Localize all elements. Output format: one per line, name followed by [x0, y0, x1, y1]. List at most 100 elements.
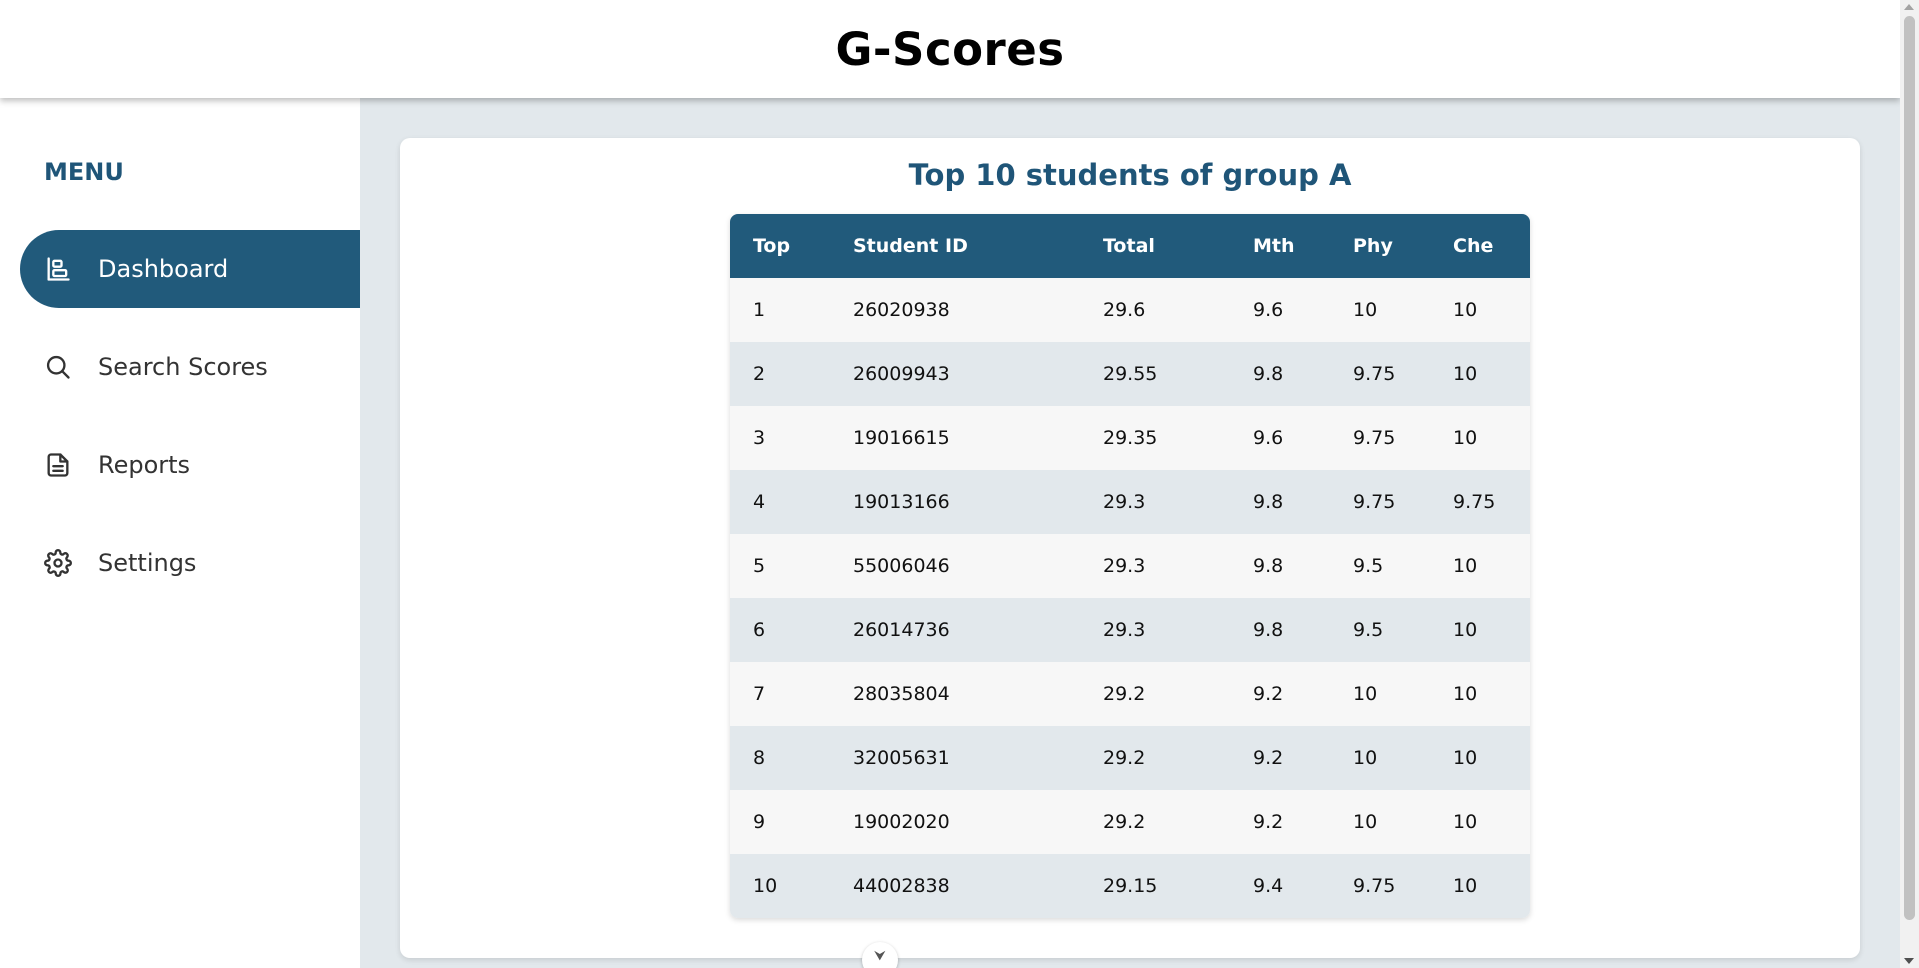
sidebar-item-label: Reports [98, 451, 191, 479]
cell-rank: 10 [753, 875, 778, 897]
cell-rank: 3 [753, 427, 766, 449]
cell-rank: 2 [753, 363, 766, 385]
top-students-card: Top 10 students of group A Top Student I… [400, 138, 1860, 958]
sidebar: MENU Dashboard Search Scores Reports Set… [0, 98, 360, 968]
table-row: 6 26014736 29.3 9.8 9.5 10 [730, 598, 1530, 662]
cell-total: 29.55 [1103, 363, 1158, 385]
column-header-che: Che [1453, 235, 1494, 257]
cell-phy: 10 [1353, 811, 1378, 833]
table-row: 4 19013166 29.3 9.8 9.75 9.75 [730, 470, 1530, 534]
sidebar-item-reports[interactable]: Reports [20, 426, 360, 504]
cell-total: 29.15 [1103, 875, 1158, 897]
cell-student-id: 19016615 [853, 427, 950, 449]
table-header-row: Top Student ID Total Mth Phy Che [730, 214, 1530, 278]
table-row: 2 26009943 29.55 9.8 9.75 10 [730, 342, 1530, 406]
sidebar-item-search-scores[interactable]: Search Scores [20, 328, 360, 406]
cell-che: 10 [1453, 875, 1478, 897]
scroll-down-arrow-icon[interactable] [1904, 958, 1914, 964]
cell-total: 29.35 [1103, 427, 1158, 449]
menu-label: MENU [44, 158, 124, 186]
app-title: G-Scores [835, 22, 1065, 76]
cell-phy: 10 [1353, 683, 1378, 705]
table-row: 7 28035804 29.2 9.2 10 10 [730, 662, 1530, 726]
cell-mth: 9.8 [1253, 491, 1284, 513]
cell-student-id: 19002020 [853, 811, 950, 833]
cell-che: 10 [1453, 747, 1478, 769]
cell-rank: 7 [753, 683, 766, 705]
cell-che: 10 [1453, 427, 1478, 449]
chevron-down-icon: ⮟ [874, 948, 886, 964]
cell-student-id: 26020938 [853, 299, 950, 321]
cell-phy: 9.75 [1353, 363, 1396, 385]
table-row: 10 44002838 29.15 9.4 9.75 10 [730, 854, 1530, 918]
cell-total: 29.3 [1103, 619, 1146, 641]
cell-che: 10 [1453, 619, 1478, 641]
cell-student-id: 19013166 [853, 491, 950, 513]
cell-rank: 8 [753, 747, 766, 769]
column-header-top: Top [753, 235, 791, 257]
cell-mth: 9.2 [1253, 747, 1284, 769]
cell-che: 9.75 [1453, 491, 1496, 513]
cell-phy: 9.75 [1353, 427, 1396, 449]
cell-mth: 9.6 [1253, 427, 1284, 449]
cell-rank: 4 [753, 491, 766, 513]
cell-phy: 9.5 [1353, 555, 1384, 577]
column-header-total: Total [1103, 235, 1155, 257]
column-header-phy: Phy [1353, 235, 1393, 257]
table-row: 8 32005631 29.2 9.2 10 10 [730, 726, 1530, 790]
cell-che: 10 [1453, 683, 1478, 705]
cell-mth: 9.6 [1253, 299, 1284, 321]
cell-student-id: 28035804 [853, 683, 950, 705]
sidebar-item-label: Search Scores [98, 353, 268, 381]
cell-total: 29.3 [1103, 555, 1146, 577]
sidebar-item-settings[interactable]: Settings [20, 524, 360, 602]
cell-rank: 1 [753, 299, 766, 321]
table-row: 9 19002020 29.2 9.2 10 10 [730, 790, 1530, 854]
sidebar-item-label: Dashboard [98, 255, 229, 283]
cell-student-id: 32005631 [853, 747, 950, 769]
cell-student-id: 26014736 [853, 619, 950, 641]
column-header-mth: Mth [1253, 235, 1295, 257]
cell-mth: 9.8 [1253, 555, 1284, 577]
cell-student-id: 55006046 [853, 555, 950, 577]
cell-rank: 9 [753, 811, 766, 833]
scrollbar-thumb[interactable] [1904, 16, 1915, 920]
card-title: Top 10 students of group A [908, 158, 1352, 192]
sidebar-item-dashboard[interactable]: Dashboard [20, 230, 360, 308]
top-students-table: Top Student ID Total Mth Phy Che 1 260209… [730, 214, 1530, 918]
cell-total: 29.6 [1103, 299, 1146, 321]
gear-icon [44, 549, 72, 577]
dashboard-icon [44, 255, 72, 283]
cell-phy: 10 [1353, 747, 1378, 769]
cell-rank: 5 [753, 555, 766, 577]
sidebar-item-label: Settings [98, 549, 197, 577]
cell-total: 29.2 [1103, 811, 1146, 833]
table-row: 3 19016615 29.35 9.6 9.75 10 [730, 406, 1530, 470]
cell-mth: 9.4 [1253, 875, 1284, 897]
cell-total: 29.2 [1103, 683, 1146, 705]
page-scrollbar[interactable] [1900, 0, 1919, 968]
scroll-up-arrow-icon[interactable] [1904, 4, 1914, 10]
table-row: 5 55006046 29.3 9.8 9.5 10 [730, 534, 1530, 598]
cell-che: 10 [1453, 555, 1478, 577]
cell-che: 10 [1453, 363, 1478, 385]
cell-total: 29.2 [1103, 747, 1146, 769]
table-row: 1 26020938 29.6 9.6 10 10 [730, 278, 1530, 342]
column-header-student-id: Student ID [853, 235, 968, 257]
cell-phy: 10 [1353, 299, 1378, 321]
cell-che: 10 [1453, 811, 1478, 833]
cell-mth: 9.8 [1253, 619, 1284, 641]
app-header: G-Scores [0, 0, 1900, 98]
cell-mth: 9.8 [1253, 363, 1284, 385]
cell-phy: 9.75 [1353, 875, 1396, 897]
search-icon [44, 353, 72, 381]
cell-phy: 9.75 [1353, 491, 1396, 513]
document-icon [44, 451, 72, 479]
cell-che: 10 [1453, 299, 1478, 321]
cell-mth: 9.2 [1253, 683, 1284, 705]
top-students-table-container: Top Student ID Total Mth Phy Che 1 260209… [730, 214, 1530, 918]
cell-student-id: 26009943 [853, 363, 950, 385]
cell-mth: 9.2 [1253, 811, 1284, 833]
cell-phy: 9.5 [1353, 619, 1384, 641]
cell-rank: 6 [753, 619, 766, 641]
